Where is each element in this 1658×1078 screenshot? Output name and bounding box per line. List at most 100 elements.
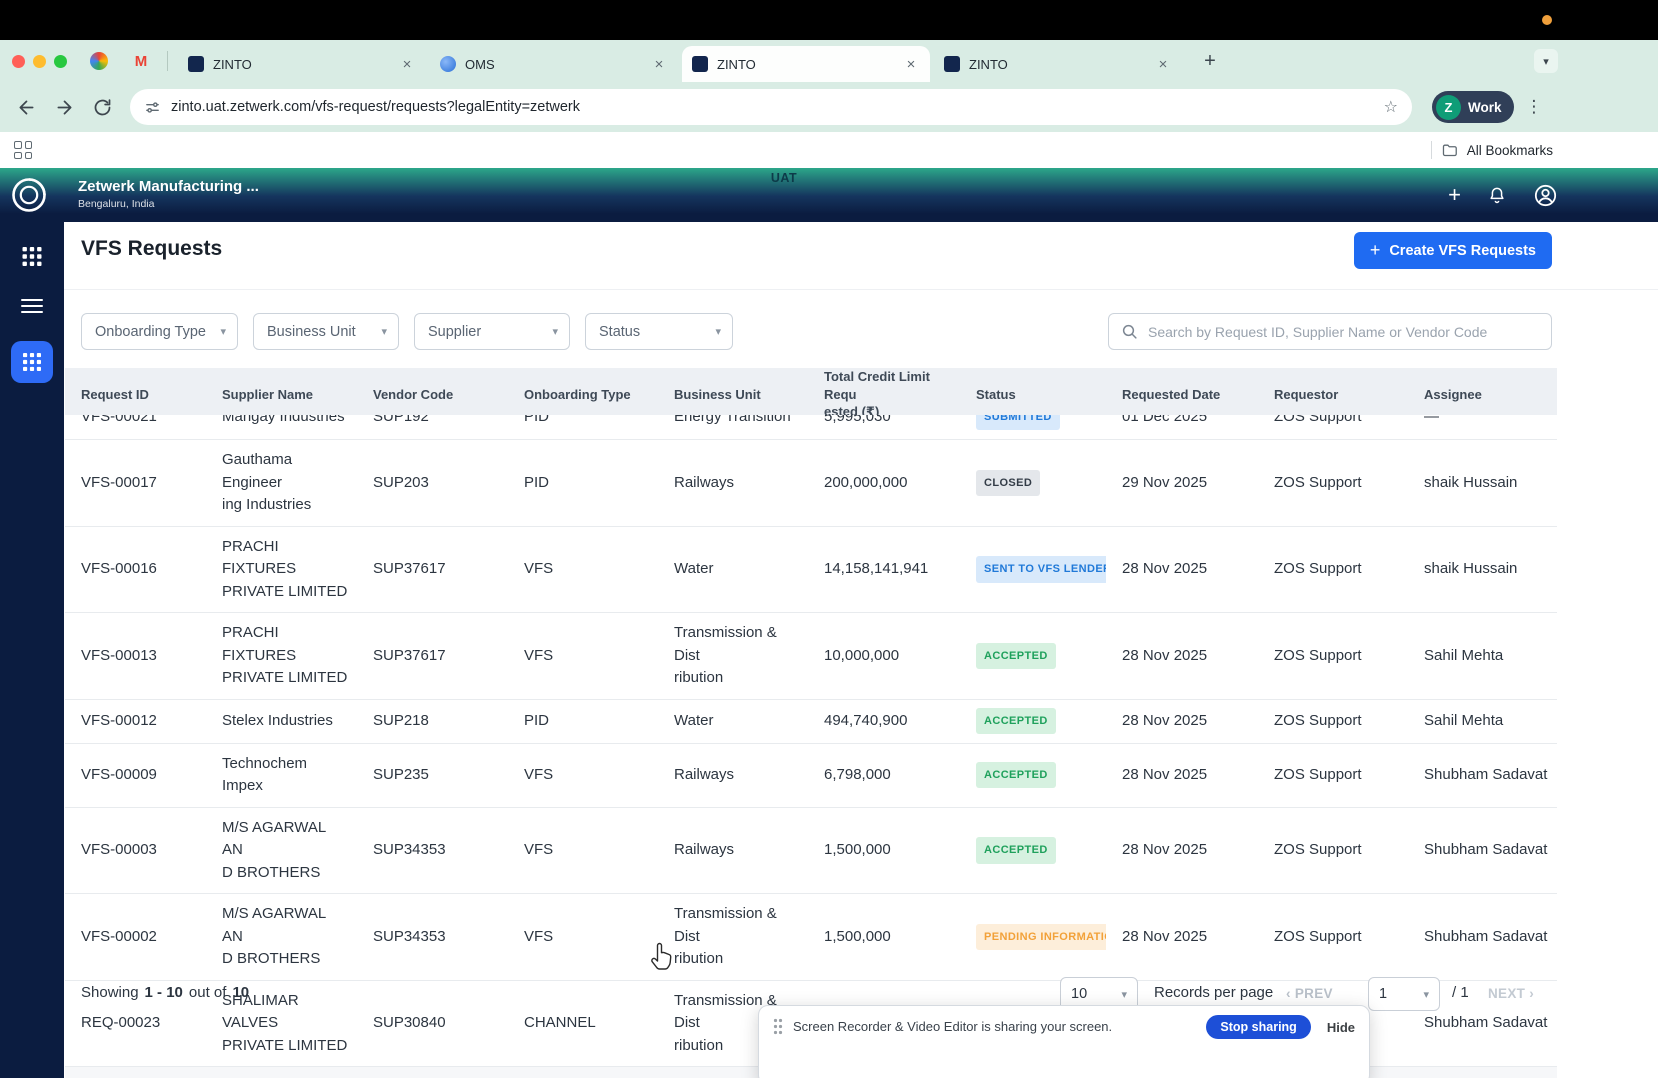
table-row[interactable]: VFS-00013 PRACHI FIXTURES PRIVATE LIMITE… — [65, 613, 1557, 700]
cell-vendor-code: SUP34353 — [357, 917, 508, 958]
table-row[interactable]: VFS-00012 Stelex Industries SUP218 PID W… — [65, 700, 1557, 744]
browser-toolbar: zinto.uat.zetwerk.com/vfs-request/reques… — [0, 82, 1658, 132]
browser-tab-strip: M ZINTO × OMS × ZINTO × ZINTO × + ▾ — [0, 40, 1658, 82]
table-row[interactable]: VFS-00009 Technochem Impex SUP235 VFS Ra… — [65, 744, 1557, 808]
cell-requested-date: 28 Nov 2025 — [1106, 917, 1258, 958]
business-unit-dropdown[interactable]: Business Unit ▾ — [253, 313, 399, 350]
window-close-button[interactable] — [12, 55, 25, 68]
cell-status: SENT TO VFS LENDERS — [960, 527, 1106, 613]
all-bookmarks-button[interactable]: All Bookmarks — [1431, 141, 1553, 159]
site-settings-icon[interactable] — [144, 99, 161, 116]
gmail-icon[interactable]: M — [131, 51, 151, 71]
tab-zinto-1[interactable]: ZINTO × — [178, 46, 426, 82]
notifications-bell-icon[interactable] — [1487, 185, 1507, 205]
forward-button[interactable] — [52, 95, 76, 119]
showing-summary: Showing1 - 10out of10 — [81, 984, 255, 1001]
create-vfs-requests-button[interactable]: + Create VFS Requests — [1354, 232, 1552, 269]
url-text[interactable]: zinto.uat.zetwerk.com/vfs-request/reques… — [171, 99, 1384, 115]
status-dropdown[interactable]: Status ▾ — [585, 313, 733, 350]
cell-credit-limit: 1,500,000 — [808, 830, 960, 871]
cell-requested-date: 28 Nov 2025 — [1106, 701, 1258, 742]
org-name[interactable]: Zetwerk Manufacturing ... — [78, 178, 259, 195]
main-content: VFS Requests + Create VFS Requests Onboa… — [64, 222, 1658, 1078]
search-icon — [1121, 323, 1139, 341]
next-page-button[interactable]: NEXT › — [1488, 986, 1534, 1001]
cell-assignee: shaik Hussain — [1408, 463, 1557, 504]
all-bookmarks-label: All Bookmarks — [1467, 143, 1553, 158]
table-row[interactable]: VFS-00003 M/S AGARWAL AN D BROTHERS SUP3… — [65, 808, 1557, 895]
prev-page-button[interactable]: ‹ PREV — [1286, 986, 1333, 1001]
cell-onboarding-type: VFS — [508, 549, 658, 590]
cell-requestor: ZOS Support — [1258, 917, 1408, 958]
browser-profile-chip[interactable]: Z Work — [1432, 91, 1514, 123]
reload-button[interactable] — [90, 95, 114, 119]
window-minimize-button[interactable] — [33, 55, 46, 68]
sidebar-active-module-tile[interactable] — [11, 341, 53, 383]
dropdown-label: Business Unit — [267, 324, 356, 340]
cell-vendor-code: SUP37617 — [357, 636, 508, 677]
account-circle-icon[interactable] — [1533, 183, 1558, 208]
bookmark-star-icon[interactable]: ☆ — [1384, 97, 1398, 117]
cell-supplier-name: M/S AGARWAL AN D BROTHERS — [206, 808, 357, 894]
cell-supplier-name: PRACHI FIXTURES PRIVATE LIMITED — [206, 527, 357, 613]
tab-close-icon[interactable]: × — [902, 55, 920, 73]
tab-title: OMS — [465, 57, 650, 72]
back-button[interactable] — [14, 95, 38, 119]
cell-requestor: ZOS Support — [1258, 415, 1408, 437]
drag-handle-icon[interactable] — [773, 1018, 783, 1038]
tab-zinto-3[interactable]: ZINTO × — [934, 46, 1182, 82]
search-box[interactable] — [1108, 313, 1552, 350]
sidebar-hamburger-icon[interactable] — [21, 298, 43, 317]
address-bar[interactable]: zinto.uat.zetwerk.com/vfs-request/reques… — [130, 89, 1412, 125]
cell-supplier-name: PRACHI FIXTURES PRIVATE LIMITED — [206, 613, 357, 699]
table-row[interactable]: VFS-00017 Gauthama Engineer ing Industri… — [65, 440, 1557, 527]
cell-business-unit: Transmission & Dist ribution — [658, 894, 808, 980]
cell-request-id: VFS-00003 — [65, 830, 206, 871]
separator — [1431, 141, 1432, 159]
supplier-dropdown[interactable]: Supplier ▾ — [414, 313, 570, 350]
browser-menu-icon[interactable]: ⋮ — [1526, 97, 1543, 117]
showing-range: 1 - 10 — [145, 984, 183, 1001]
page-number-select[interactable]: 1 ▾ — [1368, 977, 1440, 1011]
tab-search-chevron-icon[interactable]: ▾ — [1534, 49, 1558, 73]
table-row[interactable]: VFS-00021 Mangay Industries SUP192 PID E… — [65, 415, 1557, 439]
cell-business-unit: Railways — [658, 463, 808, 504]
status-badge: PENDING INFORMATION — [976, 924, 1106, 951]
status-badge: SENT TO VFS LENDERS — [976, 556, 1106, 583]
apps-grid-icon[interactable] — [14, 141, 32, 159]
cell-credit-limit: 200,000,000 — [808, 463, 960, 504]
sidebar-apps-grid-icon[interactable] — [23, 247, 42, 269]
cell-status: SUBMITTED — [960, 415, 1106, 439]
search-input[interactable] — [1148, 324, 1539, 340]
app-header: UAT Zetwerk Manufacturing ... Bengaluru,… — [0, 168, 1658, 222]
stop-sharing-button[interactable]: Stop sharing — [1206, 1015, 1310, 1039]
cell-status: PENDING INFORMATION — [960, 894, 1106, 980]
zetwerk-logo-icon[interactable] — [10, 176, 48, 217]
table-row[interactable]: VFS-00016 PRACHI FIXTURES PRIVATE LIMITE… — [65, 527, 1557, 614]
tab-close-icon[interactable]: × — [398, 55, 416, 73]
tab-oms[interactable]: OMS × — [430, 46, 678, 82]
window-zoom-button[interactable] — [54, 55, 67, 68]
page-title: VFS Requests — [81, 237, 222, 261]
tab-close-icon[interactable]: × — [650, 55, 668, 73]
cell-supplier-name: M/S AGARWAL AN D BROTHERS — [206, 894, 357, 980]
chevron-down-icon: ▾ — [715, 325, 721, 338]
cell-assignee: Shubham Sadavat — [1408, 830, 1557, 871]
cell-requested-date: 01 Dec 2025 — [1106, 415, 1258, 437]
cell-onboarding-type: PID — [508, 701, 658, 742]
onboarding-type-dropdown[interactable]: Onboarding Type ▾ — [81, 313, 238, 350]
new-tab-button[interactable]: + — [1196, 47, 1224, 75]
page-count-label: / 1 — [1452, 984, 1469, 1001]
header-add-icon[interactable]: + — [1448, 184, 1461, 206]
hide-share-bar-button[interactable]: Hide — [1327, 1020, 1355, 1035]
zinto-favicon-icon — [188, 56, 204, 72]
tab-title: ZINTO — [213, 57, 398, 72]
cell-status: ACCEPTED — [960, 700, 1106, 743]
chevron-right-icon: › — [1529, 986, 1534, 1001]
browser-logo-icon[interactable] — [89, 51, 109, 71]
tab-close-icon[interactable]: × — [1154, 55, 1172, 73]
recording-indicator-dot — [1542, 15, 1552, 25]
tab-zinto-2-active[interactable]: ZINTO × — [682, 46, 930, 82]
table-row[interactable]: VFS-00002 M/S AGARWAL AN D BROTHERS SUP3… — [65, 894, 1557, 981]
column-header: Requestor — [1258, 386, 1408, 404]
